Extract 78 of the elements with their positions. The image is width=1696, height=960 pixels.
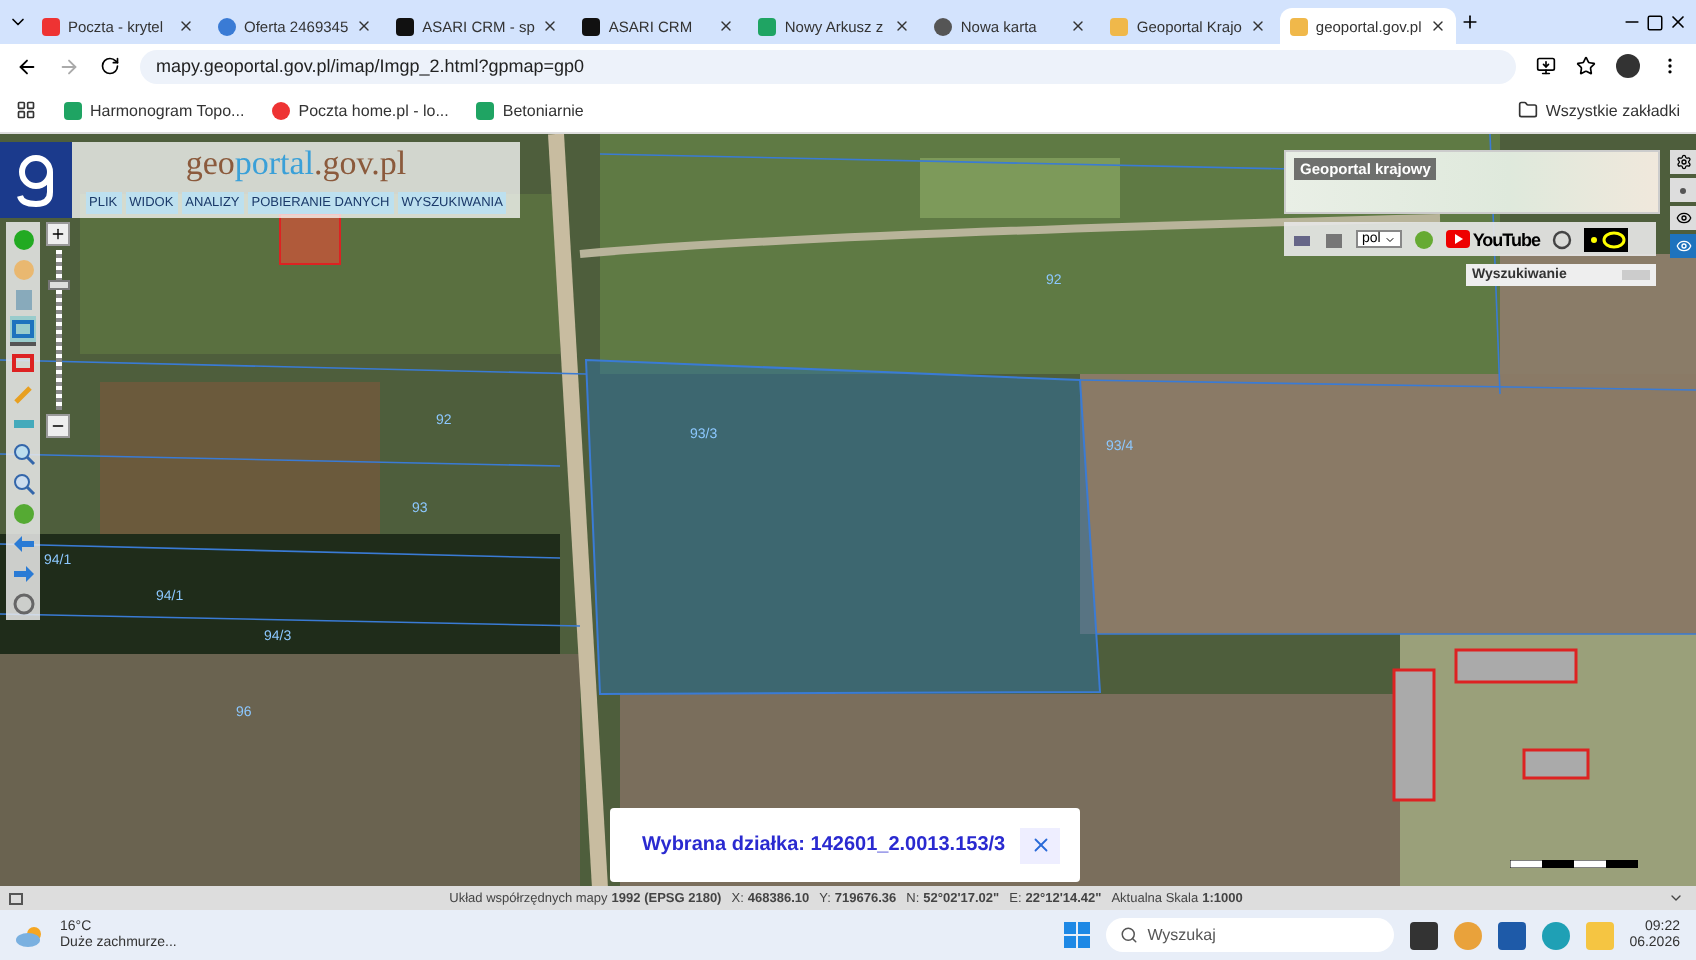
close-icon[interactable] [1249,18,1266,34]
selected-parcel-text: Wybrana działka: 142601_2.0013.153/3 [642,834,1006,856]
folder-icon [1517,100,1538,120]
close-icon [1029,834,1051,856]
tool-button[interactable] [10,590,36,616]
selection-icon [11,351,35,375]
bookmark-link[interactable]: Poczta home.pl - lo... [272,101,449,119]
bookmark-link[interactable]: Betoniarnie [476,101,584,119]
profile-avatar[interactable] [1616,54,1640,78]
zoom-out-icon [11,471,35,495]
arrow-left-icon [11,531,35,555]
gear-icon [1675,154,1691,170]
dot-button[interactable] [1670,178,1696,202]
scale-bar-icon [1510,860,1638,868]
pencil-icon [11,381,35,405]
tab-favicon [758,17,777,35]
start-icon[interactable] [1063,922,1090,948]
task-view-icon[interactable] [1409,921,1438,949]
apps-icon[interactable] [16,100,36,120]
legend-icon [11,287,35,311]
settings-button[interactable] [1670,150,1696,174]
contrast-icon[interactable] [1584,227,1629,251]
site-logo-text: geoportal.gov.pl [185,146,407,182]
address-bar[interactable]: mapy.geoportal.gov.pl/imap/Imgp_2.html?gpmap=gp0 [140,49,1516,83]
tool-button[interactable] [10,560,36,586]
plus-icon [50,226,66,242]
eye-button[interactable] [1670,206,1696,230]
bookmark-link[interactable]: Harmonogram Topo... [64,101,245,119]
info-icon [11,227,35,251]
reload-icon[interactable] [100,56,120,76]
dropdown-icon[interactable] [1668,890,1685,906]
printer-icon[interactable] [1324,229,1344,249]
zoom-slider-thumb[interactable] [47,280,69,290]
zoom-in-icon [11,441,35,465]
restore-icon[interactable] [1646,13,1664,31]
close-icon[interactable] [356,18,373,34]
youtube-link[interactable]: YouTube [1446,229,1541,249]
tool-button[interactable] [10,440,36,466]
close-icon[interactable] [178,18,194,34]
hand-icon [11,257,35,281]
expand-icon[interactable] [8,890,24,906]
tool-button[interactable] [10,316,36,346]
eye-icon [1675,238,1691,254]
zoom-in-button[interactable] [46,222,70,246]
edge-app-icon[interactable] [1541,921,1570,949]
new-tab-icon[interactable] [1459,12,1480,32]
eye-icon [1675,210,1691,226]
globe-icon [11,501,35,525]
zoom-out-button[interactable] [46,414,70,438]
tab-favicon [1289,17,1308,35]
store-app-icon[interactable] [1497,921,1526,949]
close-icon[interactable] [718,18,735,34]
tab-favicon [218,17,236,35]
all-bookmarks-link[interactable]: Wszystkie zakładki [1517,100,1680,120]
taskbar-search-field[interactable]: Wyszukaj [1105,918,1394,952]
selection-icon [11,317,35,341]
play-icon [1446,230,1471,248]
close-icon[interactable] [1070,18,1087,34]
tool-button[interactable] [10,350,36,376]
tab-favicon [582,17,601,35]
close-icon[interactable] [542,18,559,34]
tool-button[interactable] [10,470,36,496]
back-icon[interactable] [16,55,38,77]
install-icon[interactable] [1536,56,1556,76]
close-icon[interactable] [1668,12,1688,32]
search-icon [1119,926,1138,944]
tab-favicon [1110,17,1129,35]
bookmark-star-icon[interactable] [1576,56,1596,76]
accessibility-icon[interactable] [1552,229,1573,249]
close-icon[interactable] [1429,18,1446,34]
tab-favicon [42,17,60,35]
crosshair-icon [11,591,35,615]
close-button[interactable] [1020,827,1060,863]
arrow-right-icon [11,561,35,585]
close-icon[interactable] [894,18,911,34]
tab-favicon [396,17,415,35]
chevron-down-icon [1384,233,1397,245]
tab-favicon [934,17,953,35]
